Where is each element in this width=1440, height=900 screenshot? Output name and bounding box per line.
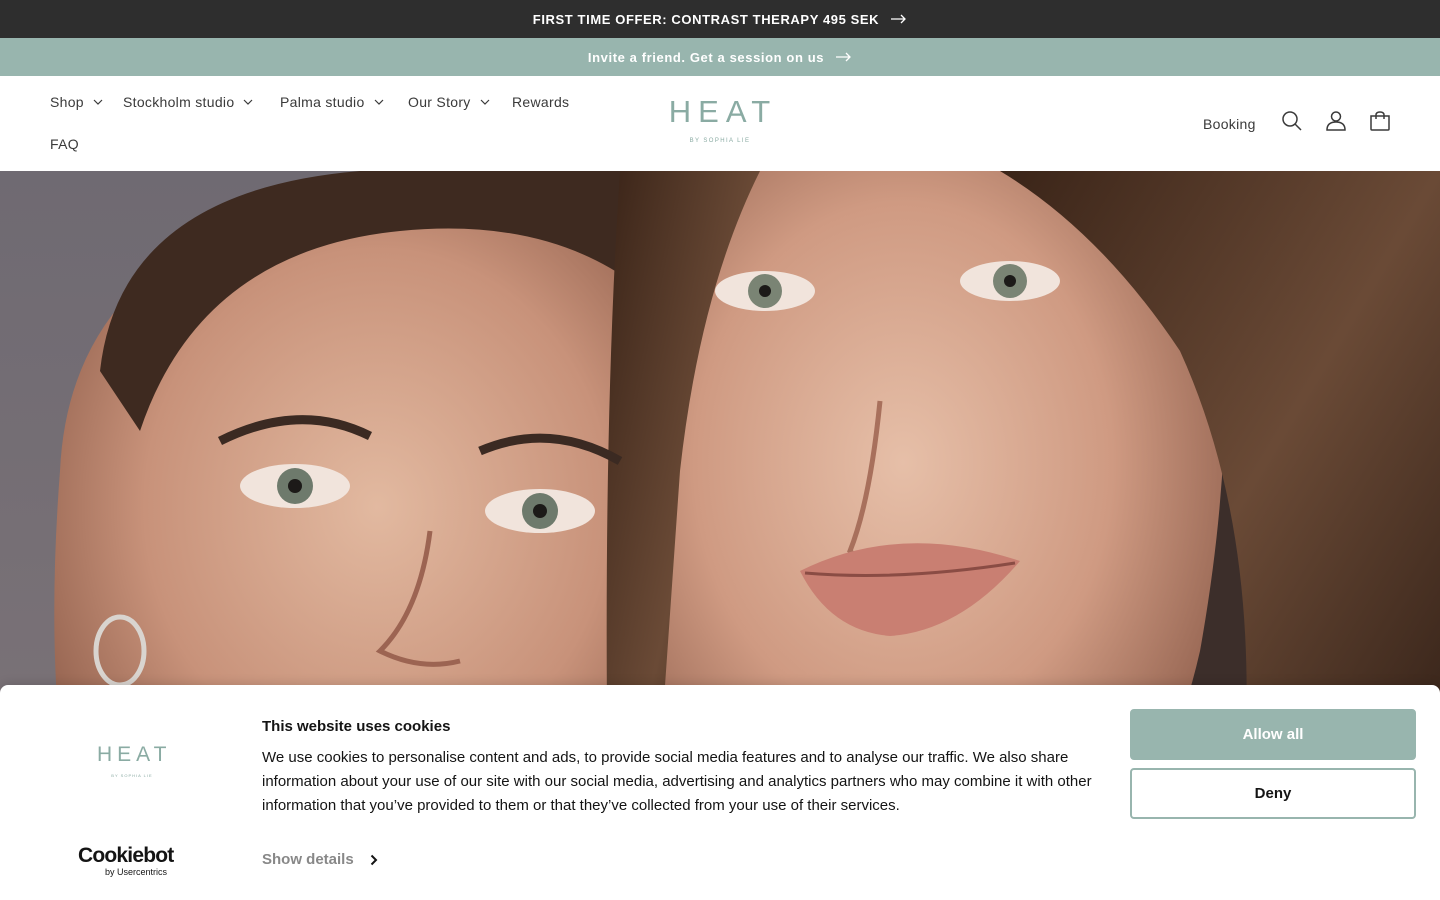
logo-word: HEAT [97, 743, 172, 766]
search-button[interactable] [1281, 76, 1303, 171]
nav-item-label: Our Story [408, 94, 471, 110]
chevron-down-icon [243, 99, 253, 105]
deny-button[interactable]: Deny [1130, 768, 1416, 819]
nav-item-rewards[interactable]: Rewards [512, 94, 569, 110]
cookie-banner-text: We use cookies to personalise content an… [262, 749, 1092, 814]
cart-icon [1369, 110, 1391, 137]
chevron-down-icon [374, 99, 384, 105]
logo-tagline: BY SOPHIA LIE [111, 773, 153, 778]
show-details-link[interactable]: Show details [262, 851, 378, 868]
invite-text[interactable]: Invite a friend. Get a session on us [588, 50, 824, 65]
nav-item-label: Rewards [512, 94, 570, 110]
nav-item-label: FAQ [50, 136, 79, 152]
booking-label: Booking [1203, 115, 1256, 132]
nav-item-label: Stockholm studio [123, 94, 235, 110]
site-logo[interactable]: HEAT BY SOPHIA LIE [658, 94, 782, 152]
nav-item-palma-studio[interactable]: Palma studio [280, 94, 384, 110]
cookie-banner: HEAT BY SOPHIA LIE This website uses coo… [0, 685, 1440, 900]
offer-text[interactable]: FIRST TIME OFFER: CONTRAST THERAPY 495 S… [533, 12, 879, 27]
show-details-label: Show details [262, 851, 354, 868]
chevron-right-icon [370, 854, 378, 866]
announcement-bar-offer[interactable]: FIRST TIME OFFER: CONTRAST THERAPY 495 S… [0, 0, 1440, 38]
cookie-banner-logo: HEAT BY SOPHIA LIE [93, 743, 171, 778]
account-button[interactable] [1325, 76, 1347, 171]
site-header: Shop Stockholm studio Palma studio Our S… [0, 76, 1440, 171]
arrow-right-icon [891, 14, 907, 24]
chevron-down-icon [93, 99, 103, 105]
search-icon [1281, 110, 1303, 137]
nav-item-our-story[interactable]: Our Story [408, 94, 490, 110]
nav-item-faq[interactable]: FAQ [50, 136, 79, 152]
logo-word: HEAT [668, 94, 778, 129]
nav-item-shop[interactable]: Shop [50, 94, 103, 110]
cart-button[interactable] [1369, 76, 1391, 171]
booking-link[interactable]: Booking [1203, 76, 1256, 171]
nav-item-label: Shop [50, 94, 84, 110]
account-icon [1325, 110, 1347, 137]
logo-tagline: BY SOPHIA LIE [689, 138, 751, 144]
cookie-banner-title: This website uses cookies [262, 718, 451, 735]
announcement-bar-invite[interactable]: Invite a friend. Get a session on us [0, 38, 1440, 76]
cookiebot-logo[interactable]: Cookiebot by Usercentrics [78, 844, 174, 878]
nav-item-label: Palma studio [280, 94, 365, 110]
arrow-right-icon [836, 52, 852, 62]
allow-all-button[interactable]: Allow all [1130, 709, 1416, 760]
cookiebot-name: Cookiebot [78, 844, 174, 867]
nav-item-stockholm-studio[interactable]: Stockholm studio [123, 94, 253, 110]
cookiebot-by: by Usercentrics [105, 867, 168, 877]
chevron-down-icon [480, 99, 490, 105]
